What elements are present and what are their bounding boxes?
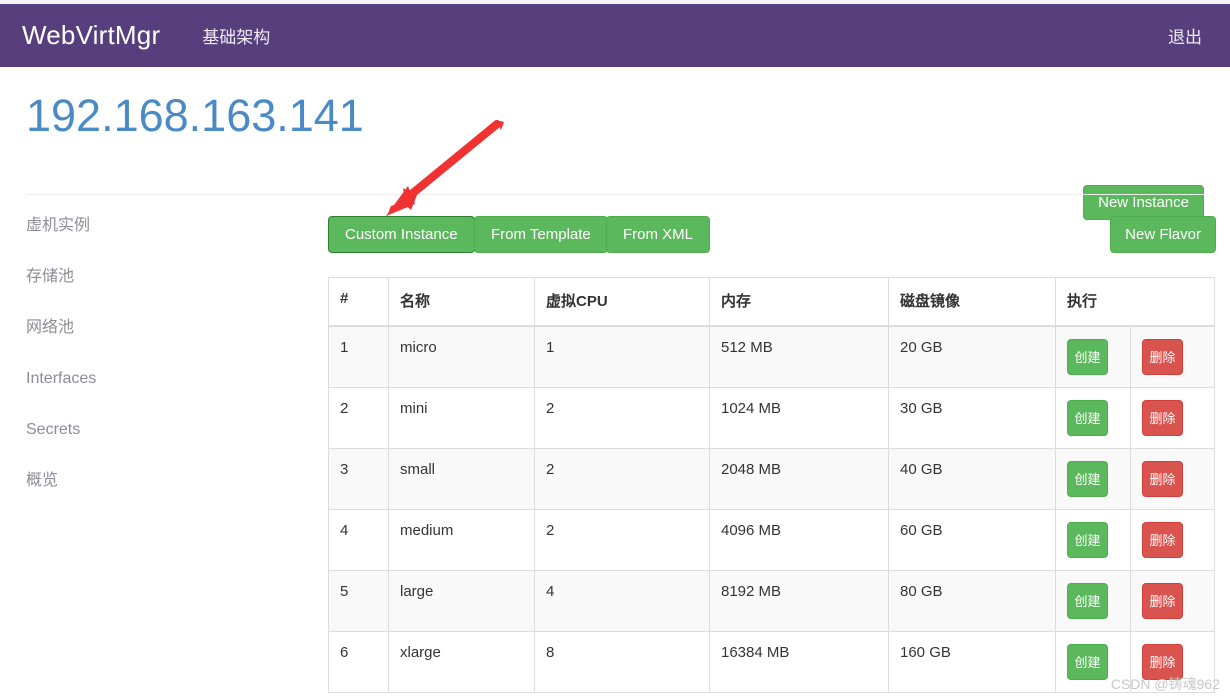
col-header-memory: 内存 (709, 277, 889, 327)
table-row: 6 xlarge 8 16384 MB 160 GB 创建 删除 (328, 630, 1216, 693)
cell-memory: 16384 MB (709, 630, 889, 693)
cell-disk: 60 GB (888, 508, 1056, 571)
create-button[interactable]: 创建 (1067, 399, 1108, 436)
new-flavor-button[interactable]: New Flavor (1110, 216, 1216, 253)
col-header-name: 名称 (388, 277, 535, 327)
cell-memory: 4096 MB (709, 508, 889, 571)
cell-vcpu: 1 (534, 325, 710, 388)
page-title: 192.168.163.141 (26, 90, 364, 141)
cell-delete-action: 删除 (1129, 569, 1216, 632)
delete-button[interactable]: 删除 (1142, 582, 1183, 619)
table-row: 3 small 2 2048 MB 40 GB 创建 删除 (328, 447, 1216, 510)
cell-index: 5 (328, 569, 389, 632)
page-header: 192.168.163.141 New Instance (0, 67, 1230, 220)
from-template-button[interactable]: From Template (474, 216, 608, 253)
col-header-index: # (328, 277, 389, 327)
cell-create-action: 创建 (1055, 508, 1131, 571)
instance-create-button-group: Custom Instance From Template From XML N… (328, 216, 1216, 253)
custom-instance-button[interactable]: Custom Instance (328, 216, 475, 253)
logout-link[interactable]: 退出 (1168, 23, 1202, 48)
create-button[interactable]: 创建 (1067, 521, 1108, 558)
top-navbar: WebVirtMgr 基础架构 退出 (0, 4, 1230, 67)
cell-create-action: 创建 (1055, 325, 1131, 388)
col-header-actions: 执行 (1054, 277, 1216, 327)
brand-logo[interactable]: WebVirtMgr (22, 20, 160, 51)
table-row: 4 medium 2 4096 MB 60 GB 创建 删除 (328, 508, 1216, 571)
delete-button[interactable]: 删除 (1142, 338, 1183, 375)
sidebar-item-overview[interactable]: 概览 (26, 467, 296, 518)
content-toolbar: Custom Instance From Template From XML N… (328, 216, 1216, 253)
cell-memory: 2048 MB (709, 447, 889, 510)
cell-disk: 30 GB (888, 386, 1056, 449)
create-button[interactable]: 创建 (1067, 643, 1108, 680)
sidebar-item-instances[interactable]: 虚机实例 (26, 212, 296, 263)
delete-button[interactable]: 删除 (1142, 521, 1183, 558)
cell-memory: 1024 MB (709, 386, 889, 449)
flavors-table-container: # 名称 虚拟CPU 内存 磁盘镜像 执行 1 micro 1 512 MB 2… (328, 277, 1216, 693)
cell-name: small (388, 447, 535, 510)
cell-name: large (388, 569, 535, 632)
col-header-vcpu: 虚拟CPU (534, 277, 710, 327)
cell-name: xlarge (388, 630, 535, 693)
cell-vcpu: 4 (534, 569, 710, 632)
cell-index: 4 (328, 508, 389, 571)
cell-vcpu: 2 (534, 508, 710, 571)
sidebar-item-storage-pools[interactable]: 存储池 (26, 263, 296, 314)
cell-create-action: 创建 (1055, 386, 1131, 449)
cell-index: 1 (328, 325, 389, 388)
new-instance-button[interactable]: New Instance (1083, 185, 1204, 220)
cell-name: medium (388, 508, 535, 571)
cell-vcpu: 8 (534, 630, 710, 693)
cell-disk: 40 GB (888, 447, 1056, 510)
table-header-row: # 名称 虚拟CPU 内存 磁盘镜像 执行 (328, 277, 1216, 327)
create-button[interactable]: 创建 (1067, 582, 1108, 619)
cell-vcpu: 2 (534, 447, 710, 510)
table-row: 2 mini 2 1024 MB 30 GB 创建 删除 (328, 386, 1216, 449)
cell-delete-action: 删除 (1129, 447, 1216, 510)
sidebar-item-interfaces[interactable]: Interfaces (26, 365, 296, 416)
col-header-disk: 磁盘镜像 (888, 277, 1056, 327)
cell-memory: 512 MB (709, 325, 889, 388)
create-button[interactable]: 创建 (1067, 460, 1108, 497)
cell-name: micro (388, 325, 535, 388)
cell-delete-action: 删除 (1129, 325, 1216, 388)
cell-disk: 20 GB (888, 325, 1056, 388)
sidebar-item-network-pools[interactable]: 网络池 (26, 314, 296, 365)
cell-delete-action: 删除 (1129, 386, 1216, 449)
from-xml-button[interactable]: From XML (606, 216, 711, 253)
table-row: 5 large 4 8192 MB 80 GB 创建 删除 (328, 569, 1216, 632)
watermark-text: CSDN @铸魂962 (1110, 676, 1220, 692)
create-button[interactable]: 创建 (1067, 338, 1108, 375)
flavors-table: # 名称 虚拟CPU 内存 磁盘镜像 执行 1 micro 1 512 MB 2… (328, 277, 1216, 693)
cell-create-action: 创建 (1055, 569, 1131, 632)
cell-memory: 8192 MB (709, 569, 889, 632)
table-row: 1 micro 1 512 MB 20 GB 创建 删除 (328, 325, 1216, 388)
cell-disk: 160 GB (888, 630, 1056, 693)
sidebar-item-secrets[interactable]: Secrets (26, 416, 296, 467)
app-page: WebVirtMgr 基础架构 退出 192.168.163.141 New I… (0, 0, 1230, 698)
sidebar-nav: 虚机实例 存储池 网络池 Interfaces Secrets 概览 (26, 212, 296, 518)
cell-index: 2 (328, 386, 389, 449)
cell-vcpu: 2 (534, 386, 710, 449)
cell-index: 3 (328, 447, 389, 510)
cell-name: mini (388, 386, 535, 449)
table-body: 1 micro 1 512 MB 20 GB 创建 删除 2 mini 2 10… (328, 325, 1216, 693)
header-divider (26, 194, 1204, 195)
cell-create-action: 创建 (1055, 447, 1131, 510)
cell-index: 6 (328, 630, 389, 693)
cell-delete-action: 删除 (1129, 508, 1216, 571)
nav-item-infrastructure[interactable]: 基础架构 (202, 23, 270, 48)
cell-disk: 80 GB (888, 569, 1056, 632)
delete-button[interactable]: 删除 (1142, 399, 1183, 436)
delete-button[interactable]: 删除 (1142, 460, 1183, 497)
table-head: # 名称 虚拟CPU 内存 磁盘镜像 执行 (328, 277, 1216, 327)
